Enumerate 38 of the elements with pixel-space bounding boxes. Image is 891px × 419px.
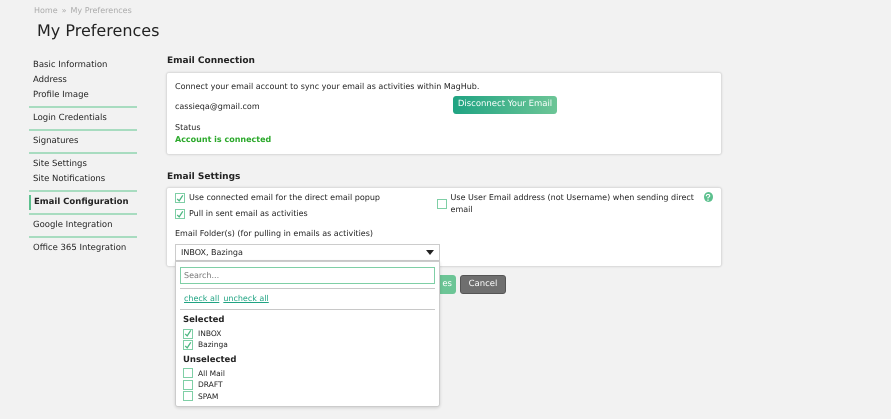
sidebar-item[interactable]: Profile Image (29, 88, 137, 103)
checkbox[interactable] (183, 368, 193, 378)
status-value: Account is connected (175, 134, 272, 146)
folder-select[interactable]: INBOX, Bazinga (175, 244, 440, 261)
sidebar-item[interactable]: Google Integration (29, 218, 137, 233)
help-icon[interactable] (704, 192, 713, 202)
field-label: Email Folder(s) (for pulling in emails as activities) (175, 228, 374, 240)
sidebar-item[interactable]: Login Credentials (29, 111, 137, 126)
select-value: INBOX, Bazinga (181, 246, 243, 258)
sidebar-item[interactable]: Email Configuration (29, 195, 137, 210)
breadcrumb-separator: » (62, 5, 67, 17)
intro-text: Connect your email account to sync your email as activities within MagHub. (175, 80, 480, 92)
sidebar-item[interactable]: Address (29, 73, 137, 88)
caret-icon (426, 250, 434, 255)
checkbox[interactable] (175, 209, 185, 219)
option-label: Use connected email for the direct email popup (189, 192, 380, 204)
checkbox[interactable] (175, 193, 185, 203)
page-title: My Preferences (37, 20, 160, 42)
section-heading: Email Settings (167, 170, 242, 184)
option-label: Use User Email address (not Username) when sending direct email (450, 192, 695, 216)
sidebar-item[interactable]: Site Settings (29, 157, 137, 172)
section-heading: Email Connection (167, 55, 256, 68)
checkbox[interactable] (183, 328, 193, 338)
checkbox[interactable] (183, 340, 193, 350)
cancel-button[interactable]: Cancel (460, 275, 506, 294)
sidebar-item[interactable]: Basic Information (29, 58, 137, 73)
group-heading: Selected (183, 314, 226, 327)
status-label: Status (175, 122, 202, 134)
group-heading: Unselected (183, 354, 238, 366)
checkbox[interactable] (436, 199, 447, 209)
search-field[interactable]: Search... (180, 267, 435, 284)
checkbox[interactable] (183, 391, 193, 402)
sidebar-item[interactable]: Site Notifications (29, 172, 137, 187)
sidebar-item[interactable]: Signatures (29, 134, 137, 149)
email-address: cassieqa@gmail.com (175, 100, 261, 112)
option-label: Pull in sent email as activities (189, 208, 308, 220)
sidebar-item[interactable]: Office 365 Integration (29, 241, 137, 256)
checkbox[interactable] (183, 380, 193, 390)
